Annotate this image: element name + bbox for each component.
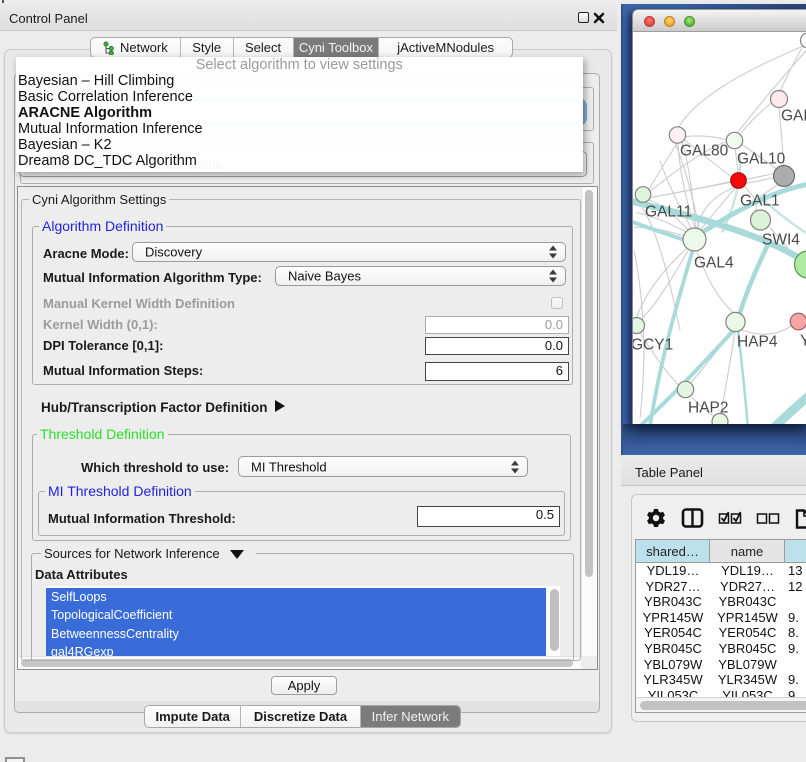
svg-text:HAP4: HAP4 bbox=[737, 334, 778, 351]
svg-text:Y: Y bbox=[800, 333, 806, 350]
svg-text:HAP2: HAP2 bbox=[688, 400, 729, 417]
svg-text:GAL11: GAL11 bbox=[645, 204, 692, 221]
svg-text:GAL10: GAL10 bbox=[737, 151, 786, 168]
svg-text:GAL1: GAL1 bbox=[740, 193, 780, 210]
svg-text:GAL: GAL bbox=[781, 108, 806, 125]
svg-text:SWI4: SWI4 bbox=[762, 232, 800, 249]
svg-text:GAL80: GAL80 bbox=[680, 143, 729, 160]
svg-text:GCY1: GCY1 bbox=[633, 337, 673, 354]
svg-text:GAL4: GAL4 bbox=[694, 255, 734, 272]
